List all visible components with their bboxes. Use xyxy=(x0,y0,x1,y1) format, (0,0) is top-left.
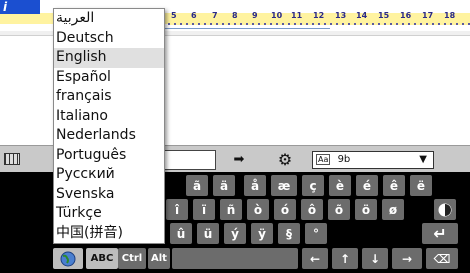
editor-app: 5 6 7 8 9 10 11 12 13 14 15 16 17 18 i :… xyxy=(0,0,470,273)
ruler-ticks xyxy=(168,23,470,25)
arrow-up-key[interactable]: ↑ xyxy=(332,248,358,269)
ruler-number: 16 xyxy=(400,11,412,20)
font-badge: Aa xyxy=(316,154,331,165)
abc-key[interactable]: ABC xyxy=(86,248,118,269)
keyboard-icon[interactable] xyxy=(4,153,20,165)
language-item-portuguese[interactable]: Português xyxy=(54,146,164,166)
key[interactable]: ë xyxy=(410,175,432,196)
gear-icon: ⚙ xyxy=(277,150,293,169)
ruler-number: 7 xyxy=(212,11,218,20)
language-item-russian[interactable]: Русский xyxy=(54,165,164,185)
language-item-italian[interactable]: Italiano xyxy=(54,107,164,127)
arrow-down-key[interactable]: ↓ xyxy=(362,248,388,269)
language-item-spanish[interactable]: Español xyxy=(54,68,164,88)
ruler-number: 8 xyxy=(232,11,238,20)
key[interactable]: ã xyxy=(186,175,208,196)
language-item-arabic[interactable]: العربية xyxy=(54,9,164,29)
key[interactable]: ý xyxy=(224,223,246,244)
key[interactable]: ö xyxy=(355,199,377,220)
key[interactable]: ñ xyxy=(220,199,242,220)
key[interactable]: ° xyxy=(305,223,327,244)
language-item-english[interactable]: English xyxy=(54,48,164,68)
language-item-swedish[interactable]: Svenska xyxy=(54,185,164,205)
contrast-toggle-key[interactable] xyxy=(434,199,456,220)
key[interactable]: ø xyxy=(382,199,404,220)
key[interactable]: ï xyxy=(193,199,215,220)
key[interactable]: ò xyxy=(247,199,269,220)
language-item-dutch[interactable]: Nederlands xyxy=(54,126,164,146)
backspace-key[interactable]: ⌫ xyxy=(426,248,458,269)
font-select[interactable]: Aa 9b ▼ xyxy=(312,151,434,169)
language-item-chinese-pinyin[interactable]: 中国(拼音) xyxy=(54,224,164,244)
arrow-right-key[interactable]: → xyxy=(392,248,422,269)
key[interactable]: ê xyxy=(383,175,405,196)
chevron-down-icon: ▼ xyxy=(419,154,427,165)
space-key[interactable] xyxy=(172,248,298,269)
ruler-number: 13 xyxy=(335,11,347,20)
key[interactable]: ä xyxy=(213,175,235,196)
language-key[interactable] xyxy=(53,248,83,269)
arrow-right-icon: ➡ xyxy=(233,152,245,167)
key[interactable]: ÿ xyxy=(251,223,273,244)
key[interactable]: ç xyxy=(302,175,324,196)
key[interactable]: ü xyxy=(197,223,219,244)
enter-key[interactable]: ↵ xyxy=(422,223,458,244)
ruler-number: 12 xyxy=(313,11,325,20)
language-item-german[interactable]: Deutsch xyxy=(54,29,164,49)
key[interactable]: ô xyxy=(301,199,323,220)
contrast-icon xyxy=(438,203,452,216)
key[interactable]: õ xyxy=(328,199,350,220)
language-item-french[interactable]: français xyxy=(54,87,164,107)
key[interactable]: è xyxy=(329,175,351,196)
ruler-number: 17 xyxy=(422,11,434,20)
ruler-number: 18 xyxy=(444,11,456,20)
ruler-number: 6 xyxy=(191,11,197,20)
info-icon[interactable]: i xyxy=(0,0,40,14)
key[interactable]: é xyxy=(356,175,378,196)
key[interactable]: æ xyxy=(271,175,297,196)
font-select-value: 9b xyxy=(337,154,351,165)
key[interactable]: ó xyxy=(274,199,296,220)
key[interactable]: û xyxy=(170,223,192,244)
ruler-number: 15 xyxy=(378,11,390,20)
key[interactable]: î xyxy=(166,199,188,220)
ruler-number: 10 xyxy=(271,11,283,20)
arrow-left-key[interactable]: ← xyxy=(302,248,328,269)
language-item-turkish[interactable]: Türkçe xyxy=(54,204,164,224)
globe-icon xyxy=(60,251,76,266)
settings-button[interactable]: ⚙ xyxy=(272,149,298,170)
key[interactable]: å xyxy=(244,175,266,196)
ruler-number: 14 xyxy=(356,11,368,20)
ruler-number: 9 xyxy=(252,11,258,20)
alt-key[interactable]: Alt xyxy=(148,248,170,269)
language-menu: العربية Deutsch English Español français… xyxy=(53,8,165,244)
ctrl-key[interactable]: Ctrl xyxy=(118,248,146,269)
ruler-number: 11 xyxy=(291,11,303,20)
arrow-right-button[interactable]: ➡ xyxy=(222,149,256,170)
ruler-number: 5 xyxy=(171,11,177,20)
key[interactable]: § xyxy=(278,223,300,244)
